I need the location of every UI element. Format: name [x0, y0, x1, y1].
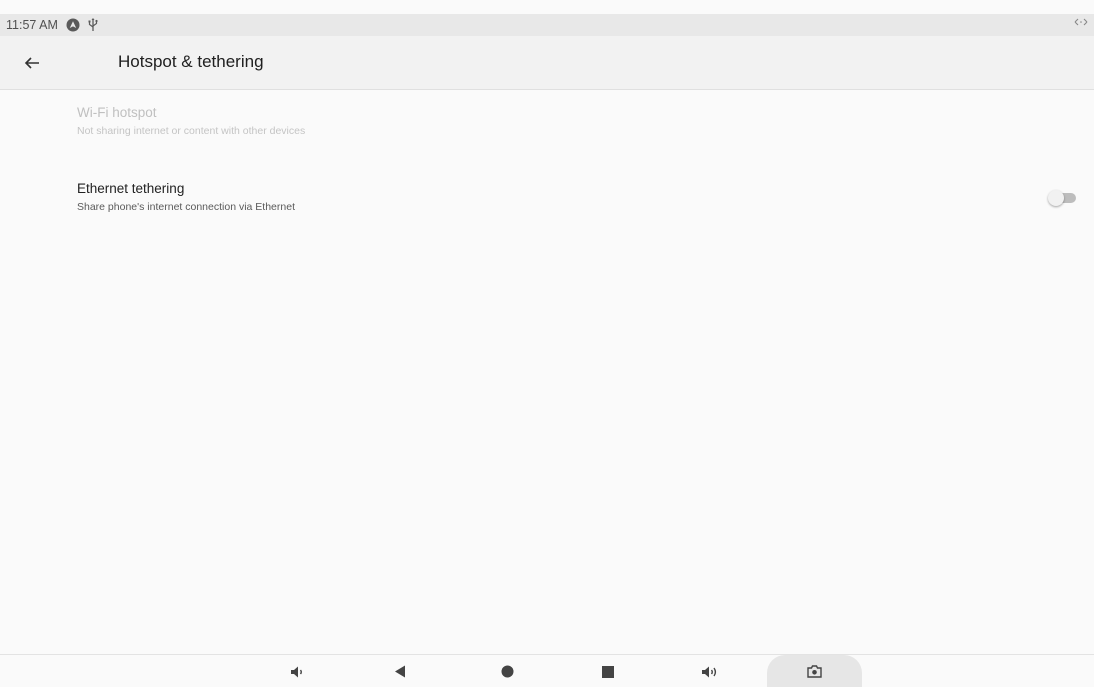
usb-icon [88, 18, 98, 32]
switch-thumb [1048, 190, 1064, 206]
screen: 11:57 AM Hotspot & tethering Wi-Fi hotsp… [0, 0, 1094, 687]
back-icon [395, 665, 405, 678]
status-bar: 11:57 AM [0, 14, 1094, 36]
data-transfer-icon [1074, 17, 1088, 30]
nav-back-button[interactable] [380, 655, 420, 687]
nav-home-button[interactable] [487, 655, 527, 687]
home-icon [501, 665, 513, 678]
back-button[interactable] [20, 51, 44, 75]
volume-up-icon [702, 666, 717, 677]
volume-up-button[interactable] [690, 655, 730, 687]
ethernet-tethering-summary: Share phone's internet connection via Et… [77, 201, 295, 213]
wifi-hotspot-title: Wi-Fi hotspot [77, 105, 157, 120]
location-icon [66, 18, 80, 32]
nav-recents-button[interactable] [588, 655, 628, 687]
wifi-hotspot-item: Wi-Fi hotspot Not sharing internet or co… [0, 98, 1094, 154]
arrow-left-icon [24, 57, 39, 69]
navigation-bar [0, 654, 1094, 687]
ethernet-tethering-title: Ethernet tethering [77, 181, 185, 196]
recents-icon [602, 665, 614, 678]
app-bar: Hotspot & tethering [0, 36, 1094, 90]
screenshot-button[interactable] [794, 655, 834, 687]
volume-down-icon [291, 666, 302, 677]
page-title: Hotspot & tethering [118, 52, 264, 71]
wifi-hotspot-summary: Not sharing internet or content with oth… [77, 125, 306, 137]
ethernet-tethering-switch[interactable] [1048, 190, 1076, 206]
screenshot-icon [806, 665, 822, 678]
status-time: 11:57 AM [6, 18, 58, 32]
volume-down-button[interactable] [278, 655, 318, 687]
ethernet-tethering-item[interactable]: Ethernet tethering Share phone's interne… [0, 175, 1094, 225]
